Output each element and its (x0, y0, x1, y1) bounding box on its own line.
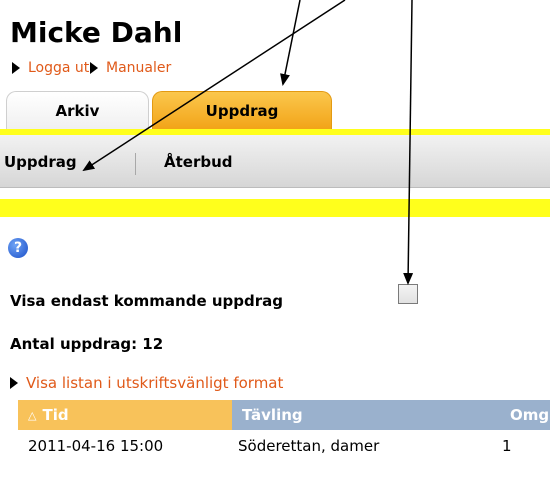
manuals-label[interactable]: Manualer (106, 60, 171, 76)
logout-link[interactable]: Logga ut (12, 60, 89, 76)
status-bar (0, 199, 550, 217)
column-competition-label: Tävling (242, 406, 303, 424)
column-header-time[interactable]: △ Tid (18, 400, 232, 430)
table-header: △ Tid Tävling Omg (18, 400, 550, 430)
subnav-divider (135, 153, 136, 175)
help-icon-glyph: ? (13, 240, 23, 256)
tab-assignments[interactable]: Uppdrag (152, 91, 332, 129)
cell-round: 1 (502, 437, 512, 455)
user-name: Micke Dahl (10, 16, 183, 49)
column-round-label: Omg (510, 406, 550, 424)
subnav-cancellations[interactable]: Återbud (164, 153, 233, 171)
subnav-bar: Uppdrag Återbud (0, 135, 550, 188)
manuals-link[interactable]: Manualer (90, 60, 171, 76)
assignment-count: Antal uppdrag: 12 (10, 335, 164, 353)
column-time-label: Tid (42, 406, 69, 424)
cell-competition: Söderettan, damer (238, 437, 380, 455)
tab-archive-label: Arkiv (55, 102, 100, 120)
print-link-label[interactable]: Visa listan i utskriftsvänligt format (26, 374, 283, 392)
triangle-right-icon (90, 62, 98, 74)
sort-ascending-icon: △ (28, 408, 37, 422)
upcoming-only-checkbox[interactable] (398, 284, 418, 304)
table-row[interactable]: 2011-04-16 15:00 Söderettan, damer 1 (18, 430, 550, 460)
arrow-to-tab-assignments (280, 0, 301, 86)
triangle-right-icon (12, 62, 20, 74)
subnav-assignments[interactable]: Uppdrag (4, 153, 77, 171)
triangle-right-icon (10, 377, 18, 389)
cell-time: 2011-04-16 15:00 (28, 437, 164, 455)
tab-assignments-label: Uppdrag (205, 102, 279, 120)
logout-label[interactable]: Logga ut (28, 60, 89, 76)
assignments-table: △ Tid Tävling Omg 2011-04-16 15:00 Söder… (18, 400, 550, 460)
tab-archive[interactable]: Arkiv (6, 91, 149, 129)
help-icon[interactable]: ? (8, 238, 28, 258)
column-header-round[interactable]: Omg (500, 400, 550, 430)
print-friendly-link[interactable]: Visa listan i utskriftsvänligt format (10, 374, 283, 392)
filter-label: Visa endast kommande uppdrag (10, 292, 284, 310)
